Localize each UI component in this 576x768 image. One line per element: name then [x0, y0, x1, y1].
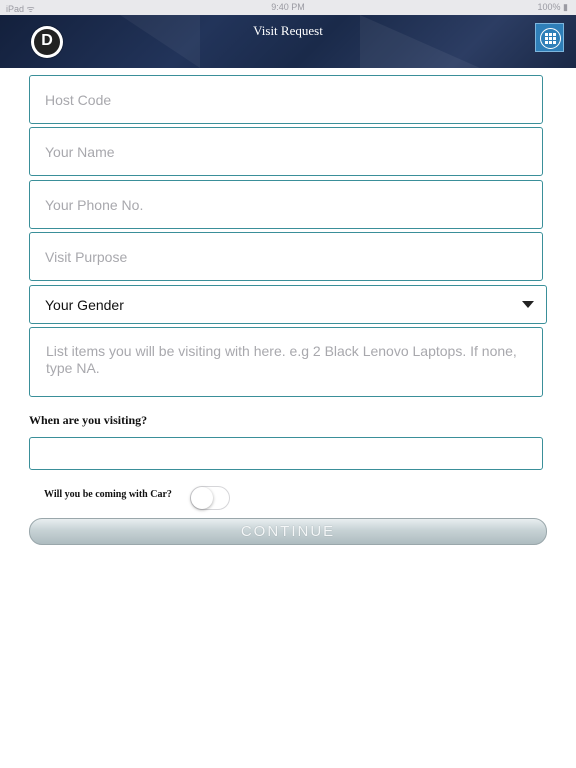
grid-menu-button[interactable] — [535, 23, 564, 52]
visit-date-input[interactable] — [29, 437, 543, 470]
logo-badge: D — [34, 29, 60, 55]
chevron-down-icon — [522, 301, 534, 308]
name-input[interactable]: Your Name — [29, 127, 543, 176]
logo-glyph: D — [41, 32, 53, 49]
logo-icon: D — [31, 26, 63, 58]
header-bar: Visit Request D — [0, 15, 576, 68]
gender-select[interactable]: Your Gender — [29, 285, 547, 324]
visit-request-screen: iPad ᯤ 9:40 PM 100% ▮ Visit Request D Ho… — [0, 0, 576, 768]
phone-input[interactable]: Your Phone No. — [29, 180, 543, 229]
continue-button[interactable]: CONTINUE — [29, 518, 547, 545]
visit-items-textarea[interactable]: List items you will be visiting with her… — [29, 327, 543, 397]
page-title: Visit Request — [253, 23, 323, 38]
visit-date-label: When are you visiting? — [29, 413, 148, 427]
toggle-knob — [191, 487, 213, 509]
grid-icon — [540, 28, 561, 49]
status-time: 9:40 PM — [271, 2, 305, 12]
gender-select-value: Your Gender — [45, 296, 124, 313]
car-toggle[interactable] — [190, 486, 230, 510]
host-code-input[interactable]: Host Code — [29, 75, 543, 124]
status-bar: iPad ᯤ 9:40 PM 100% ▮ — [0, 0, 576, 15]
car-question-label: Will you be coming with Car? — [44, 489, 172, 500]
status-battery: 100% ▮ — [537, 2, 568, 12]
visit-purpose-input[interactable]: Visit Purpose — [29, 232, 543, 281]
